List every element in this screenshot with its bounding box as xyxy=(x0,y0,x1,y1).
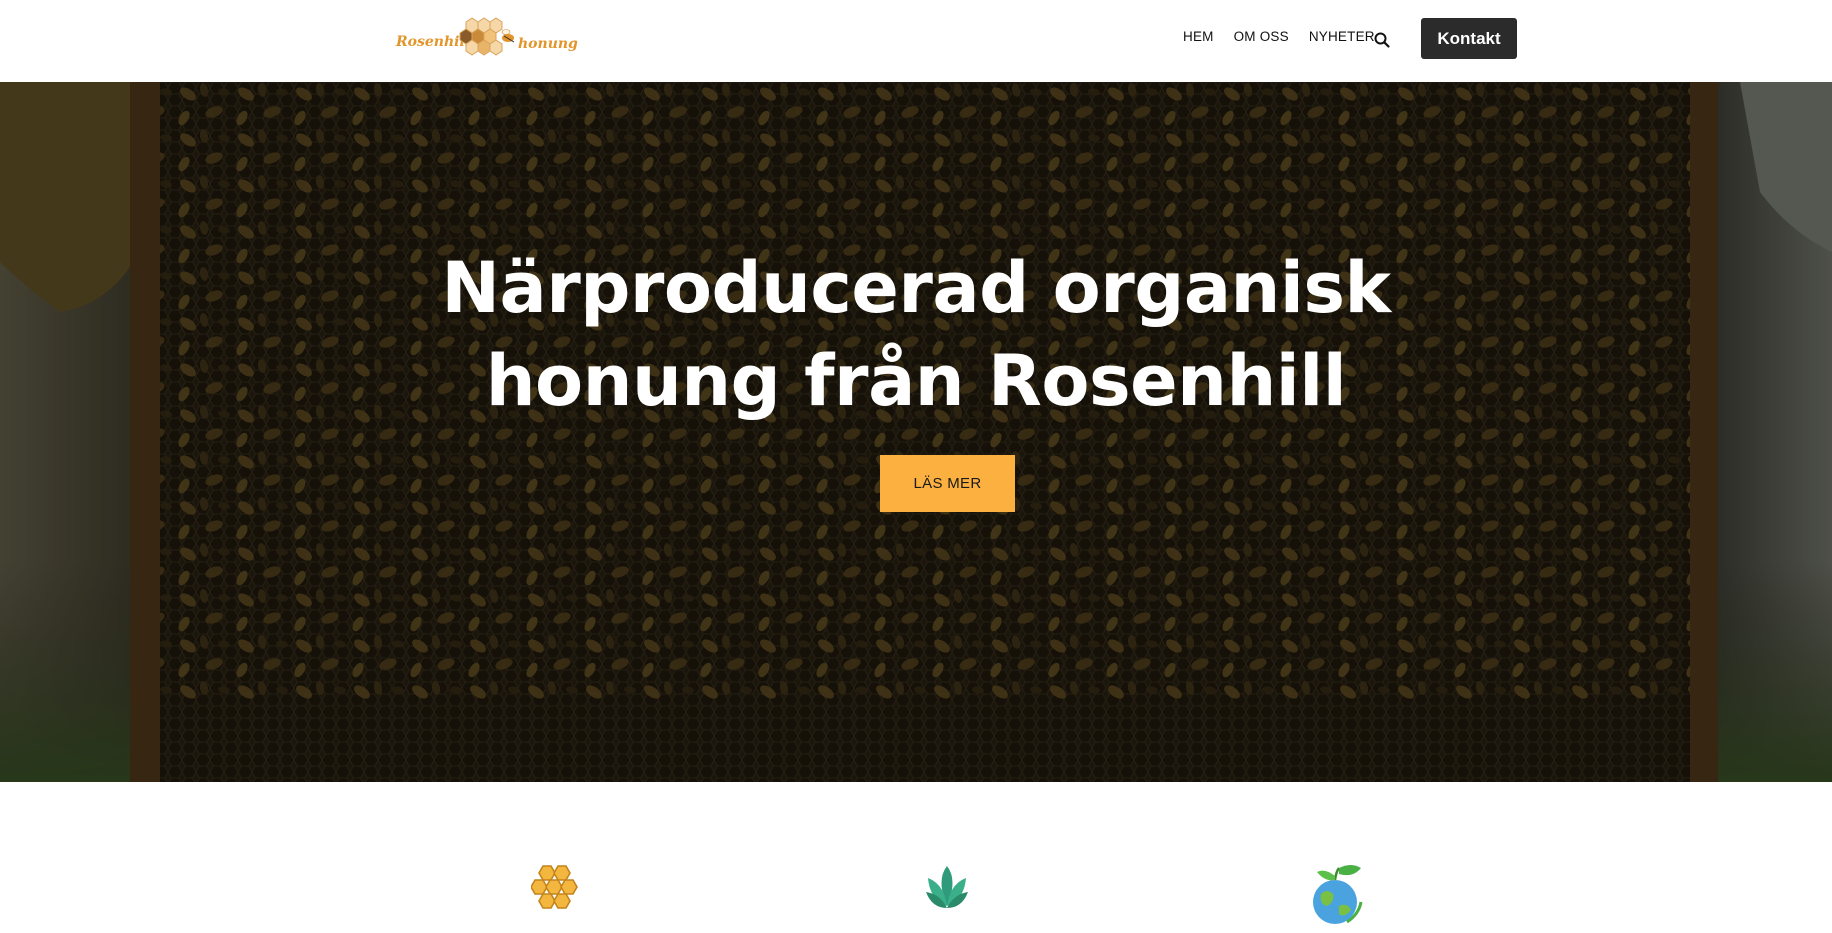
logo-text-right: honung xyxy=(518,36,578,52)
contact-button[interactable]: Kontakt xyxy=(1421,18,1517,59)
hero-title-line-2: honung från Rosenhill xyxy=(485,340,1347,422)
hero-title-line-1: Närproducerad organisk xyxy=(441,247,1391,329)
nav-item-nyheter[interactable]: NYHETER xyxy=(1309,29,1375,44)
nav-item-hem[interactable]: HEM xyxy=(1183,29,1214,44)
read-more-button[interactable]: LÄS MER xyxy=(880,455,1015,512)
hero-background-image xyxy=(0,82,1832,782)
nav-item-om-oss[interactable]: OM OSS xyxy=(1234,29,1289,44)
logo-honeycomb-icon xyxy=(459,17,515,56)
lotus-leaf-icon xyxy=(926,866,968,908)
search-icon[interactable] xyxy=(1373,31,1391,49)
site-header: Rosenhill honung HEM OM OSS NYHETER Kont… xyxy=(0,0,1832,82)
hero-title: Närproducerad organisk honung från Rosen… xyxy=(0,242,1832,428)
earth-plant-icon xyxy=(1313,865,1363,924)
site-logo[interactable]: Rosenhill honung xyxy=(396,14,578,64)
honeycomb-icon xyxy=(531,865,578,909)
features-section xyxy=(0,782,1832,933)
main-nav: HEM OM OSS NYHETER xyxy=(1183,29,1395,44)
hero-section: Närproducerad organisk honung från Rosen… xyxy=(0,82,1832,782)
